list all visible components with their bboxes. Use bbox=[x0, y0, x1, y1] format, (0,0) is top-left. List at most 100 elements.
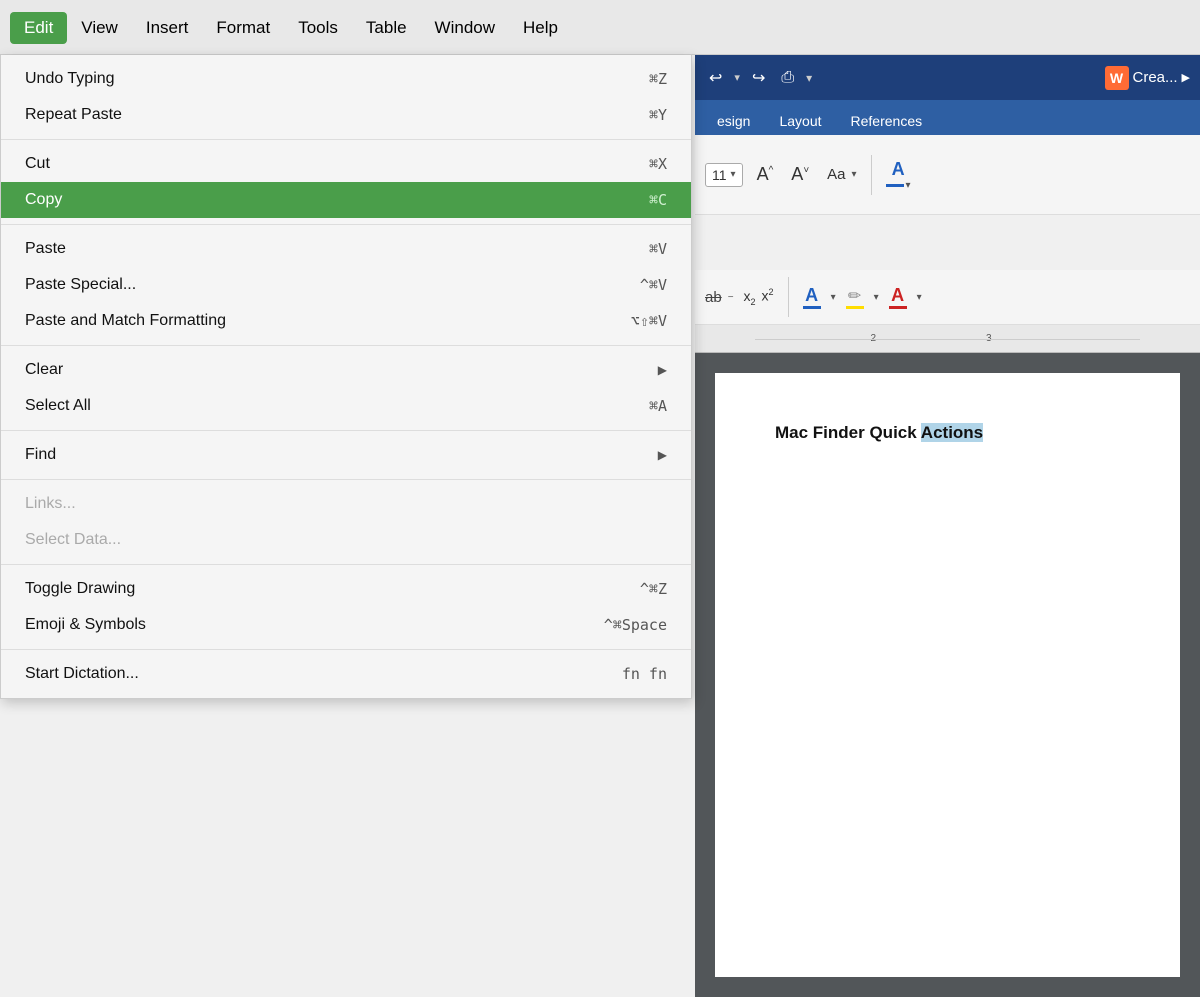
menu-item-repeat-paste[interactable]: Repeat Paste ⌘Y bbox=[1, 97, 691, 133]
select-all-label: Select All bbox=[25, 397, 91, 415]
cut-label: Cut bbox=[25, 155, 50, 173]
clear-submenu-arrow: ▶ bbox=[658, 363, 667, 377]
edit-dropdown-menu: Undo Typing ⌘Z Repeat Paste ⌘Y Cut ⌘X Co… bbox=[0, 55, 692, 699]
font-color-underline bbox=[886, 184, 904, 187]
menu-item-paste[interactable]: Paste ⌘V bbox=[1, 231, 691, 267]
ribbon-row2: ab − x2 x2 A ▾ ✏ ▾ A ▾ bbox=[695, 270, 1200, 325]
font-a-red-arrow[interactable]: ▾ bbox=[917, 292, 922, 303]
font-a-red-underline bbox=[889, 306, 907, 309]
script-buttons: x2 x2 bbox=[744, 287, 774, 306]
font-a-blue-arrow[interactable]: ▾ bbox=[831, 292, 836, 303]
font-size-control[interactable]: 11 ▾ bbox=[705, 163, 743, 187]
word-w-icon: W bbox=[1105, 66, 1129, 90]
menu-item-toggle-drawing[interactable]: Toggle Drawing ^⌘Z bbox=[1, 571, 691, 607]
crea-label: Crea... bbox=[1133, 69, 1178, 86]
font-a-blue-underline bbox=[803, 306, 821, 309]
font-color-arrow[interactable]: ▾ bbox=[906, 180, 911, 191]
tab-references[interactable]: References bbox=[839, 107, 935, 135]
document-area: Mac Finder Quick Actions bbox=[695, 353, 1200, 997]
word-toolbar: ↩ ▾ ↪ ⎙ ▾ W Crea... ▶ esign Layout Refer… bbox=[695, 55, 1200, 215]
menu-section-clear: Clear ▶ Select All ⌘A bbox=[1, 346, 691, 431]
select-data-label: Select Data... bbox=[25, 531, 121, 549]
font-case-control[interactable]: Aa ▾ bbox=[823, 164, 856, 185]
undo-typing-label: Undo Typing bbox=[25, 70, 115, 88]
menu-bar-container: Edit View Insert Format Tools Table Wind… bbox=[0, 0, 700, 55]
shrink-font-button[interactable]: A˅ bbox=[787, 162, 813, 187]
tab-layout[interactable]: Layout bbox=[767, 107, 833, 135]
repeat-paste-shortcut: ⌘Y bbox=[649, 106, 667, 124]
menu-item-copy[interactable]: Copy ⌘C bbox=[1, 182, 691, 218]
menu-item-select-all[interactable]: Select All ⌘A bbox=[1, 388, 691, 424]
menu-item-links: Links... bbox=[1, 486, 691, 522]
paste-special-label: Paste Special... bbox=[25, 276, 136, 294]
find-submenu-arrow: ▶ bbox=[658, 448, 667, 462]
menu-table[interactable]: Table bbox=[352, 12, 421, 44]
font-size-arrow[interactable]: ▾ bbox=[731, 169, 736, 180]
copy-shortcut: ⌘C bbox=[649, 191, 667, 209]
emoji-symbols-label: Emoji & Symbols bbox=[25, 616, 146, 634]
crea-section: W Crea... ▶ bbox=[1105, 66, 1190, 90]
font-color-control[interactable]: A ▾ bbox=[886, 159, 911, 191]
font-a-blue-icon: A bbox=[805, 285, 818, 306]
superscript-button[interactable]: x2 bbox=[762, 287, 774, 304]
redo-icon[interactable]: ↪ bbox=[748, 64, 769, 92]
menu-section-undo: Undo Typing ⌘Z Repeat Paste ⌘Y bbox=[1, 55, 691, 140]
subscript-button[interactable]: x2 bbox=[744, 288, 756, 307]
ribbon-content: 11 ▾ A^ A˅ Aa ▾ A ▾ bbox=[695, 135, 1200, 215]
ruler: 2 3 bbox=[695, 325, 1200, 353]
paste-special-shortcut: ^⌘V bbox=[640, 276, 667, 294]
tab-design[interactable]: esign bbox=[705, 107, 762, 135]
document-text-highlight: Actions bbox=[921, 423, 983, 442]
menu-item-paste-special[interactable]: Paste Special... ^⌘V bbox=[1, 267, 691, 303]
menu-section-links: Links... Select Data... bbox=[1, 480, 691, 565]
print-icon[interactable]: ⎙ bbox=[777, 65, 798, 91]
menu-edit[interactable]: Edit bbox=[10, 12, 67, 44]
menu-item-find[interactable]: Find ▶ bbox=[1, 437, 691, 473]
start-dictation-shortcut: fn fn bbox=[622, 665, 667, 683]
ribbon-tabs: esign Layout References bbox=[695, 100, 1200, 135]
menu-section-drawing: Toggle Drawing ^⌘Z Emoji & Symbols ^⌘Spa… bbox=[1, 565, 691, 650]
font-color-a-blue[interactable]: A bbox=[803, 285, 821, 309]
menu-item-emoji-symbols[interactable]: Emoji & Symbols ^⌘Space bbox=[1, 607, 691, 643]
select-all-shortcut: ⌘A bbox=[649, 397, 667, 415]
paste-shortcut: ⌘V bbox=[649, 240, 667, 258]
menu-section-paste: Paste ⌘V Paste Special... ^⌘V Paste and … bbox=[1, 225, 691, 346]
menu-help[interactable]: Help bbox=[509, 12, 572, 44]
grow-font-button[interactable]: A^ bbox=[753, 162, 778, 187]
highlight-underline bbox=[846, 306, 864, 309]
cut-shortcut: ⌘X bbox=[649, 155, 667, 173]
word-letter: W bbox=[1110, 70, 1123, 86]
menu-view[interactable]: View bbox=[67, 12, 132, 44]
menu-item-select-data: Select Data... bbox=[1, 522, 691, 558]
menu-item-clear[interactable]: Clear ▶ bbox=[1, 352, 691, 388]
find-label: Find bbox=[25, 446, 56, 464]
menu-item-undo-typing[interactable]: Undo Typing ⌘Z bbox=[1, 61, 691, 97]
paste-label: Paste bbox=[25, 240, 66, 258]
highlight-arrow[interactable]: ▾ bbox=[874, 292, 879, 303]
undo-dropdown-icon[interactable]: ▾ bbox=[734, 71, 740, 84]
undo-typing-shortcut: ⌘Z bbox=[649, 70, 667, 88]
emoji-symbols-shortcut: ^⌘Space bbox=[604, 616, 667, 634]
clear-label: Clear bbox=[25, 361, 63, 379]
menu-item-start-dictation[interactable]: Start Dictation... fn fn bbox=[1, 656, 691, 692]
highlight-control[interactable]: ✏ bbox=[846, 286, 864, 309]
menu-insert[interactable]: Insert bbox=[132, 12, 203, 44]
menu-section-dictation: Start Dictation... fn fn bbox=[1, 650, 691, 698]
toolbar-divider-icon: ▾ bbox=[806, 71, 812, 85]
toggle-drawing-shortcut: ^⌘Z bbox=[640, 580, 667, 598]
ribbon-separator-2 bbox=[788, 277, 789, 317]
crea-dropdown-arrow: ▶ bbox=[1182, 71, 1190, 84]
start-dictation-label: Start Dictation... bbox=[25, 665, 139, 683]
menu-window[interactable]: Window bbox=[421, 12, 509, 44]
aa-arrow[interactable]: ▾ bbox=[852, 169, 857, 180]
links-label: Links... bbox=[25, 495, 76, 513]
highlight-pen-icon: ✏ bbox=[848, 286, 861, 306]
menu-item-cut[interactable]: Cut ⌘X bbox=[1, 146, 691, 182]
menu-item-paste-match[interactable]: Paste and Match Formatting ⌥⇧⌘V bbox=[1, 303, 691, 339]
document-page: Mac Finder Quick Actions bbox=[715, 373, 1180, 977]
menu-tools[interactable]: Tools bbox=[284, 12, 352, 44]
undo-icon[interactable]: ↩ bbox=[705, 64, 726, 92]
font-color-a-red[interactable]: A bbox=[889, 285, 907, 309]
menu-format[interactable]: Format bbox=[202, 12, 284, 44]
strikethrough-button[interactable]: ab bbox=[705, 289, 722, 306]
